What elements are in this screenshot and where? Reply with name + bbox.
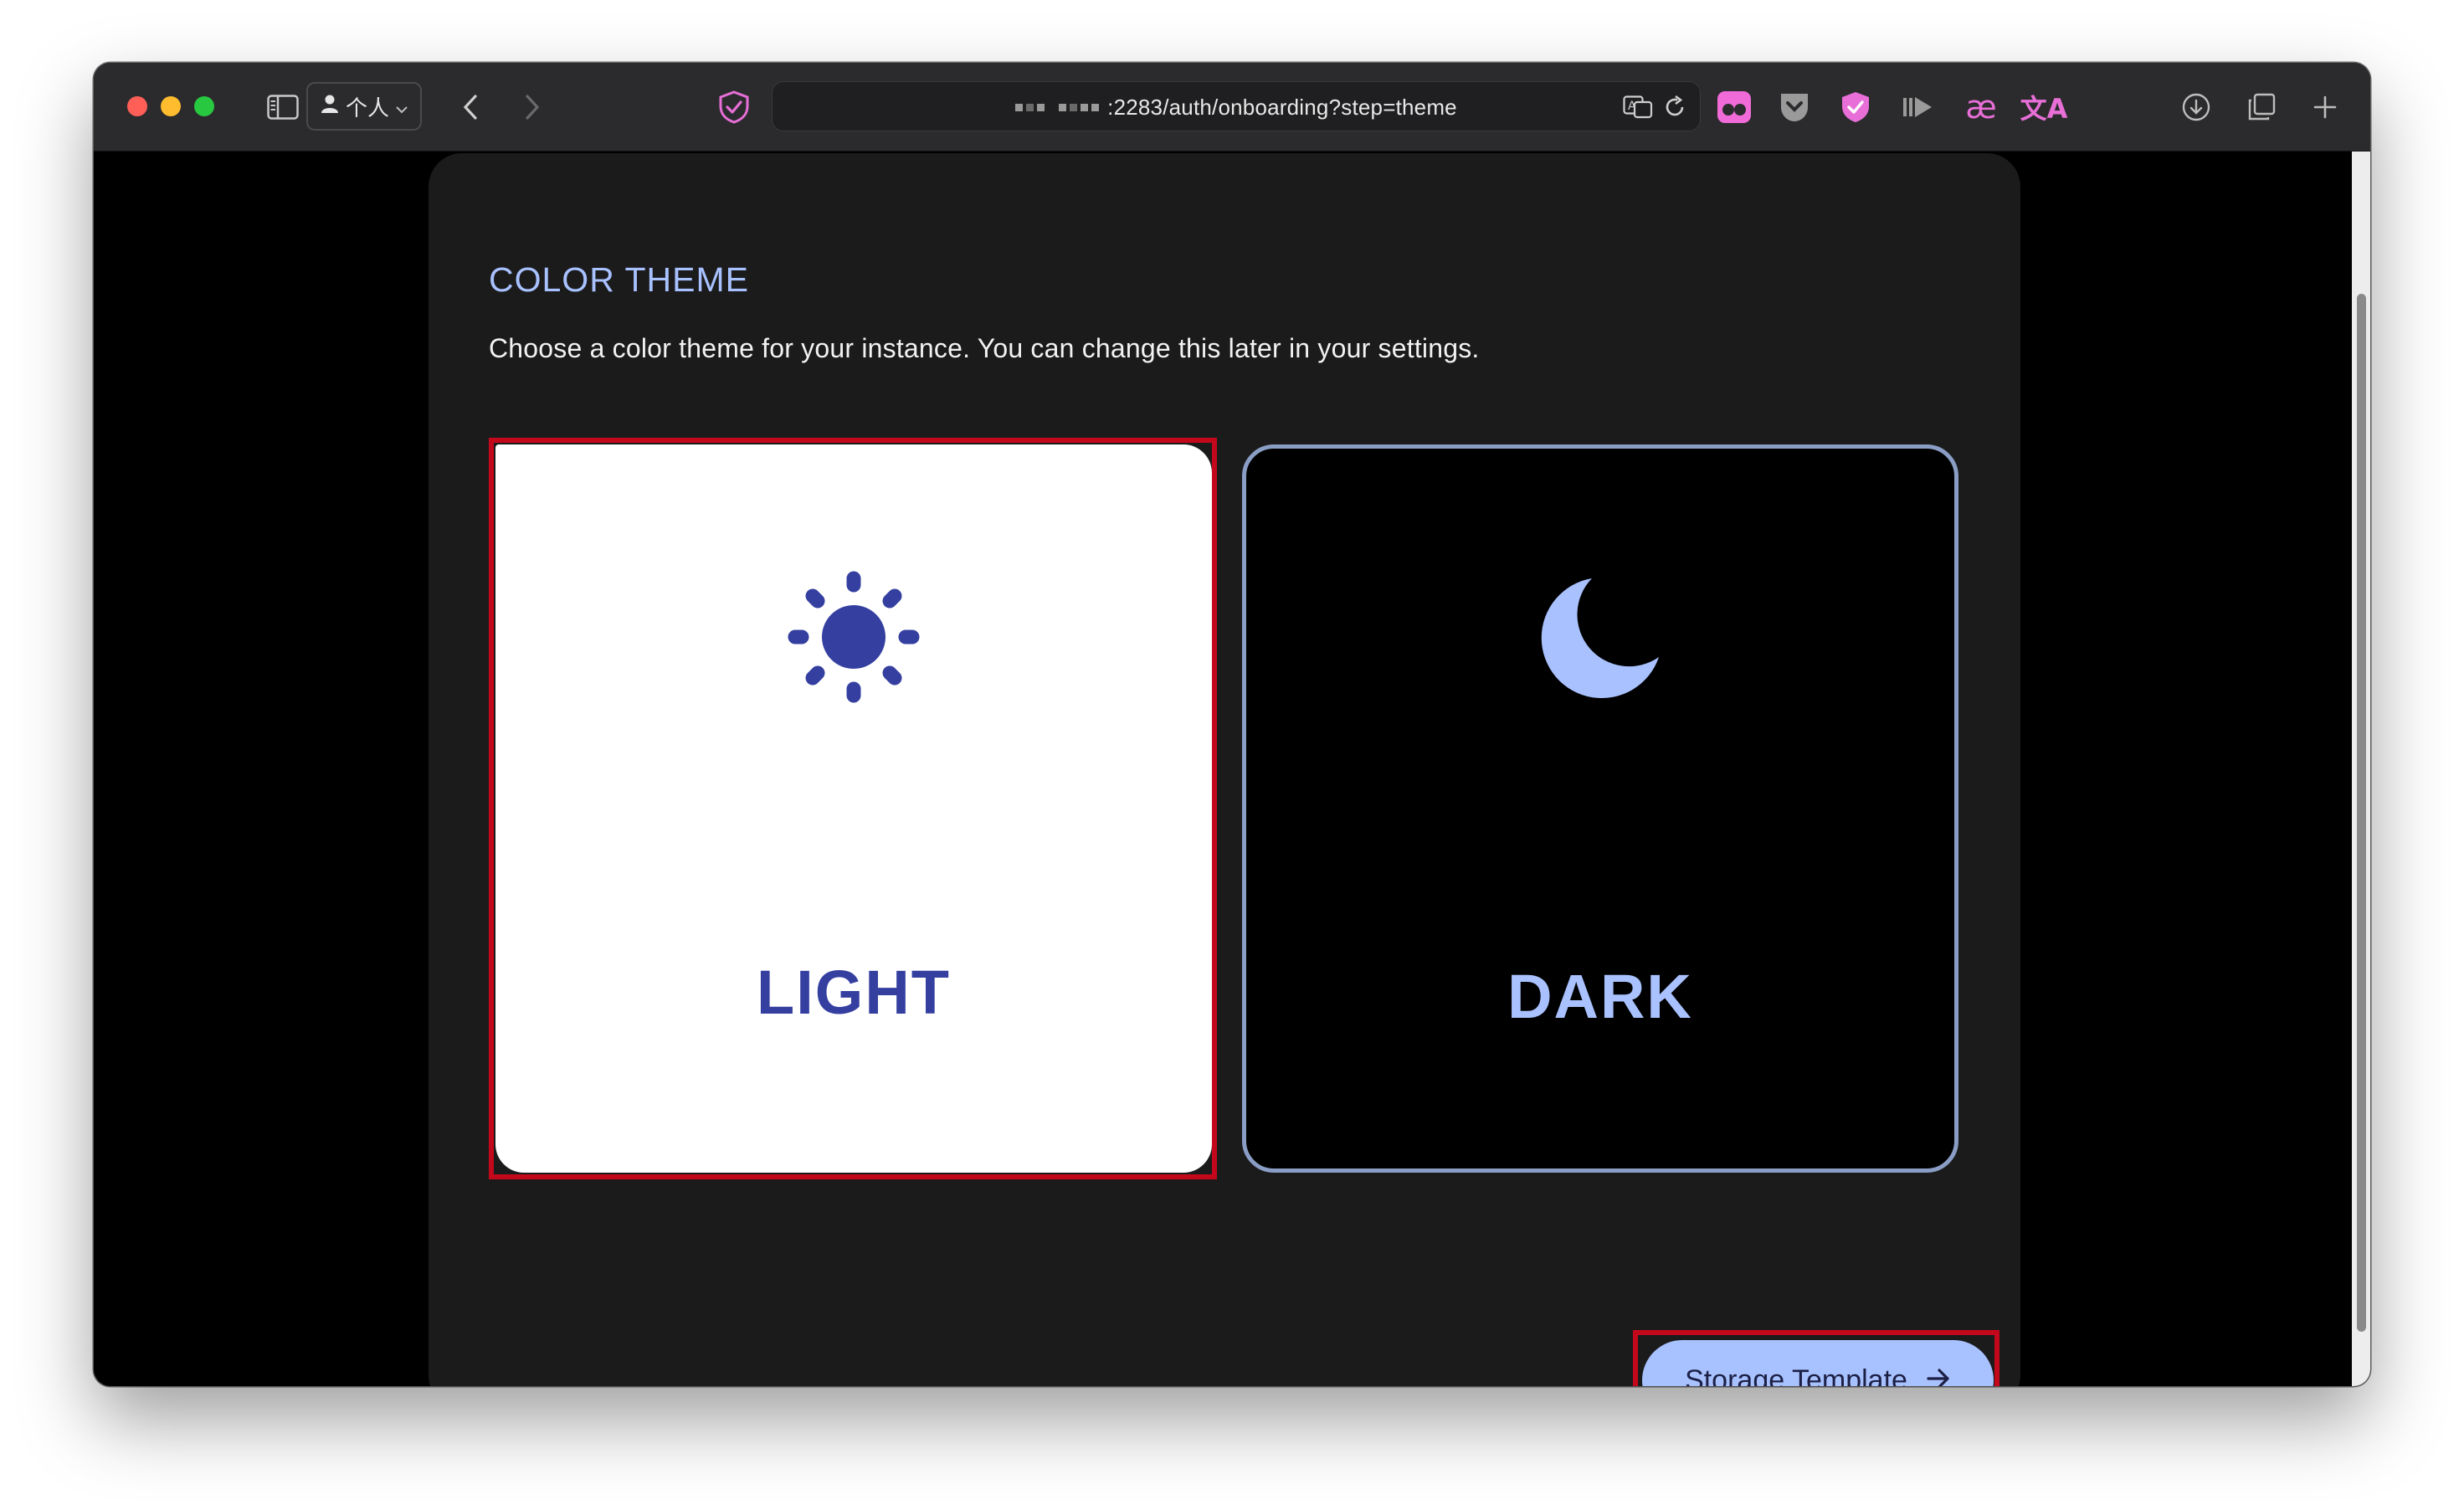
chevron-down-icon (396, 94, 408, 120)
minimize-window-button[interactable] (161, 96, 181, 116)
next-step-label: Storage Template (1685, 1364, 1907, 1387)
redacted-host (1015, 103, 1100, 111)
browser-window: 个人 :2283/auth/onboarding?step=theme A æ … (94, 63, 2370, 1386)
extension-play-icon[interactable] (1893, 63, 1943, 152)
zoom-window-button[interactable] (194, 96, 214, 116)
back-icon[interactable] (445, 63, 495, 152)
extension-pocket-icon[interactable] (1769, 63, 1820, 152)
browser-toolbar: 个人 :2283/auth/onboarding?step=theme A æ … (94, 63, 2370, 152)
extension-translate-icon[interactable]: 文A (2019, 63, 2069, 152)
theme-option-label: DARK (1507, 962, 1693, 1031)
tabs-overview-icon[interactable] (2236, 63, 2287, 152)
extension-ae-icon[interactable]: æ (1956, 63, 2006, 152)
extension-glasses-icon[interactable] (1709, 63, 1759, 152)
new-tab-icon[interactable] (2300, 63, 2350, 152)
page-description: Choose a color theme for your instance. … (489, 333, 1480, 363)
profile-label: 个人 (345, 95, 389, 121)
privacy-shield-icon[interactable] (709, 63, 759, 152)
url-text: :2283/auth/onboarding?step=theme (773, 82, 1700, 132)
page-scrollbar[interactable] (2352, 152, 2370, 1386)
forward-icon[interactable] (507, 63, 557, 152)
onboarding-panel: COLOR THEME Choose a color theme for you… (429, 153, 2020, 1386)
address-bar[interactable]: :2283/auth/onboarding?step=theme A (772, 81, 1701, 131)
reload-icon[interactable] (1656, 63, 1693, 152)
sidebar-toggle-icon[interactable] (258, 63, 308, 152)
extension-shield-icon[interactable] (1830, 63, 1881, 152)
sun-icon (787, 570, 921, 708)
theme-option-dark[interactable]: DARK (1242, 444, 1958, 1173)
close-window-button[interactable] (127, 96, 147, 116)
page-title: COLOR THEME (489, 260, 749, 299)
moon-icon (1533, 570, 1667, 708)
person-icon (321, 94, 339, 120)
next-step-button[interactable]: Storage Template (1642, 1340, 1994, 1386)
scrollbar-thumb[interactable] (2357, 294, 2366, 1332)
profile-switcher[interactable]: 个人 (306, 82, 422, 131)
translate-icon[interactable]: A (1620, 63, 1656, 152)
theme-option-light[interactable]: LIGHT (495, 444, 1212, 1173)
downloads-icon[interactable] (2171, 63, 2221, 152)
arrow-right-icon (1926, 1364, 1951, 1386)
theme-option-label: LIGHT (757, 958, 951, 1027)
